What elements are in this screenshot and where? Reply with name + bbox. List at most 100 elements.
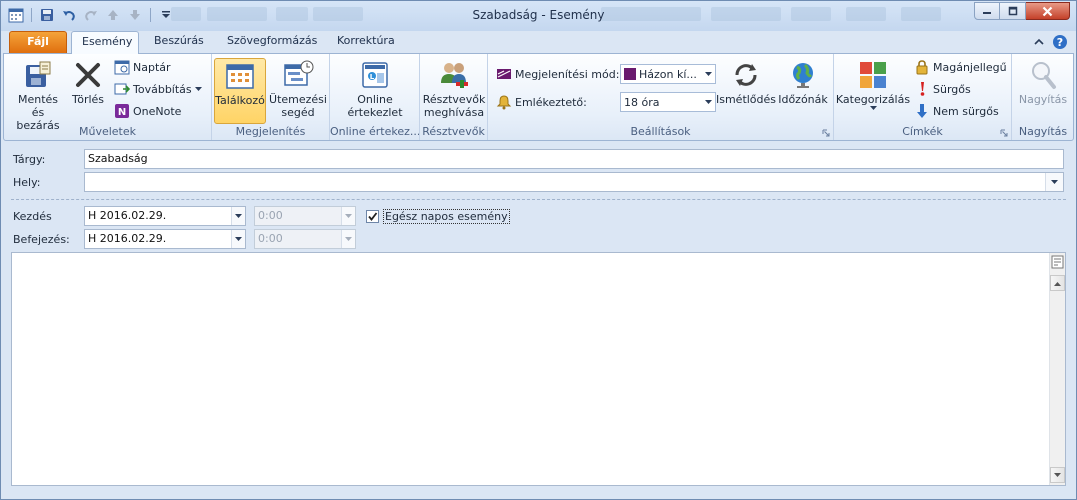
group-label-tags: Címkék <box>902 125 943 138</box>
group-label-options: Beállítások <box>630 125 691 138</box>
high-importance-button[interactable]: Sürgős <box>914 79 971 99</box>
magnifier-icon <box>1032 62 1056 89</box>
help-icon[interactable]: ? <box>1052 34 1068 50</box>
show-as-label: Megjelenítési mód: <box>515 67 620 81</box>
ribbon-tabs: Fájl Esemény Beszúrás Szövegformázás Kor… <box>1 31 1076 54</box>
start-time-dropdown-button[interactable] <box>341 207 355 225</box>
checkmark-icon <box>368 212 378 221</box>
delete-button[interactable]: Törlés <box>68 58 108 106</box>
forward-chevron-down-icon <box>194 86 202 91</box>
save-close-label-line1: Mentés és <box>17 93 59 119</box>
save-close-icon <box>26 61 51 87</box>
calendar-button[interactable]: Naptár <box>114 57 171 77</box>
recurrence-icon <box>735 64 757 86</box>
recurrence-button[interactable]: Ismétlődés <box>716 58 776 106</box>
group-label-attendees: Résztvevők <box>422 125 485 138</box>
invite-label-line1: Résztvevők <box>422 93 486 106</box>
scheduling-assistant-button[interactable]: Ütemezési segéd <box>268 58 328 119</box>
start-date-dropdown-button[interactable] <box>231 207 245 225</box>
appointment-calendar-icon <box>226 64 254 89</box>
group-zoom: Nagyítás Nagyítás <box>1012 54 1074 140</box>
scroll-down-button[interactable] <box>1050 467 1065 483</box>
scheduling-assistant-icon <box>284 60 314 86</box>
private-label: Magánjellegű <box>933 60 1007 74</box>
end-label: Befejezés: <box>13 233 70 246</box>
location-chevron-down-icon <box>1051 179 1058 184</box>
event-form: Tárgy: Szabadság Hely: Kezdés H 2016.02.… <box>3 142 1074 499</box>
minimize-button[interactable] <box>974 2 1000 20</box>
all-day-checkbox-box[interactable] <box>366 210 379 223</box>
group-label-online-meeting: Online értekez... <box>330 125 419 138</box>
forward-icon <box>114 83 130 95</box>
onenote-button[interactable]: N OneNote <box>114 101 181 121</box>
tab-review[interactable]: Korrektúra <box>327 31 399 53</box>
ruler-toggle-icon[interactable] <box>1051 255 1064 269</box>
all-day-checkbox[interactable]: Egész napos esemény <box>366 209 510 224</box>
private-button[interactable]: Magánjellegű <box>914 57 1007 77</box>
categorize-chevron-down-icon <box>869 106 877 110</box>
ribbon: Mentés és bezárás Törlés Naptár Továbbít… <box>3 53 1074 141</box>
online-meeting-icon: L <box>362 62 388 88</box>
show-as-value: Házon kí... <box>639 67 697 81</box>
group-label-zoom: Nagyítás <box>1018 125 1068 138</box>
options-dialog-launcher-icon[interactable] <box>822 129 830 137</box>
close-button[interactable] <box>1026 2 1070 20</box>
categorize-button[interactable]: Kategorizálás <box>836 58 910 111</box>
start-date-input[interactable]: H 2016.02.29. <box>84 206 246 226</box>
delete-x-icon <box>76 63 100 87</box>
tags-dialog-launcher-icon[interactable] <box>1000 129 1008 137</box>
all-day-label: Egész napos esemény <box>383 209 510 224</box>
group-online-meeting: L Online értekezlet Online értekez... <box>330 54 420 140</box>
tab-insert[interactable]: Beszúrás <box>144 31 208 53</box>
save-and-close-button[interactable]: Mentés és bezárás <box>10 58 66 132</box>
appointment-button[interactable]: Találkozó <box>214 58 266 124</box>
tab-file[interactable]: Fájl <box>9 31 67 53</box>
location-input[interactable] <box>84 172 1064 192</box>
end-time-dropdown-button[interactable] <box>341 230 355 248</box>
low-importance-button[interactable]: Nem sürgős <box>914 101 999 121</box>
invite-attendees-button[interactable]: Résztvevők meghívása <box>422 58 486 119</box>
group-actions: Mentés és bezárás Törlés Naptár Továbbít… <box>4 54 212 140</box>
close-icon <box>1042 6 1053 16</box>
end-date-input[interactable]: H 2016.02.29. <box>84 229 246 249</box>
online-meeting-button[interactable]: L Online értekezlet <box>344 58 406 119</box>
end-date-dropdown-button[interactable] <box>231 230 245 248</box>
tab-event[interactable]: Esemény <box>71 31 139 54</box>
show-as-color-swatch <box>624 68 636 80</box>
categorize-icon <box>860 62 886 88</box>
end-time-value: 0:00 <box>258 232 283 245</box>
tab-format-text[interactable]: Szövegformázás <box>217 31 321 53</box>
title-bar: Szabadság - Esemény <box>1 1 1076 31</box>
group-attendees: Résztvevők meghívása Résztvevők <box>420 54 488 140</box>
end-time-input[interactable]: 0:00 <box>254 229 356 249</box>
reminder-dropdown[interactable]: 18 óra <box>620 92 716 112</box>
minimize-ribbon-chevron-up-icon[interactable] <box>1034 37 1044 47</box>
zoom-label: Nagyítás <box>1018 93 1068 106</box>
time-zones-button[interactable]: Időzónák <box>776 58 830 106</box>
zoom-button[interactable]: Nagyítás <box>1016 58 1070 106</box>
show-as-chevron-down-icon <box>701 65 715 83</box>
reminder-label: Emlékeztető: <box>515 95 587 109</box>
start-date-value: H 2016.02.29. <box>88 209 167 222</box>
svg-text:N: N <box>118 107 126 118</box>
scroll-down-arrow-icon <box>1054 472 1061 477</box>
event-body-textarea[interactable] <box>11 252 1066 486</box>
location-dropdown-button[interactable] <box>1045 173 1063 191</box>
time-zones-label: Időzónák <box>778 93 828 106</box>
maximize-button[interactable] <box>1000 2 1026 20</box>
start-time-input[interactable]: 0:00 <box>254 206 356 226</box>
show-as-dropdown[interactable]: Házon kí... <box>620 64 716 84</box>
scheduling-label-line2: segéd <box>281 106 315 119</box>
start-label: Kezdés <box>13 210 52 223</box>
reminder-value: 18 óra <box>624 95 660 109</box>
forward-button[interactable]: Továbbítás <box>114 79 202 99</box>
onenote-label: OneNote <box>133 104 182 118</box>
start-date-chevron-down-icon <box>235 213 242 218</box>
scroll-up-button[interactable] <box>1050 275 1065 291</box>
subject-input[interactable]: Szabadság <box>84 149 1064 169</box>
onenote-icon: N <box>115 104 129 118</box>
group-show: Találkozó Ütemezési segéd Megjelenítés <box>212 54 330 140</box>
down-arrow-icon <box>917 104 927 118</box>
body-vertical-scrollbar[interactable] <box>1049 253 1065 485</box>
calendar-icon <box>114 60 130 75</box>
